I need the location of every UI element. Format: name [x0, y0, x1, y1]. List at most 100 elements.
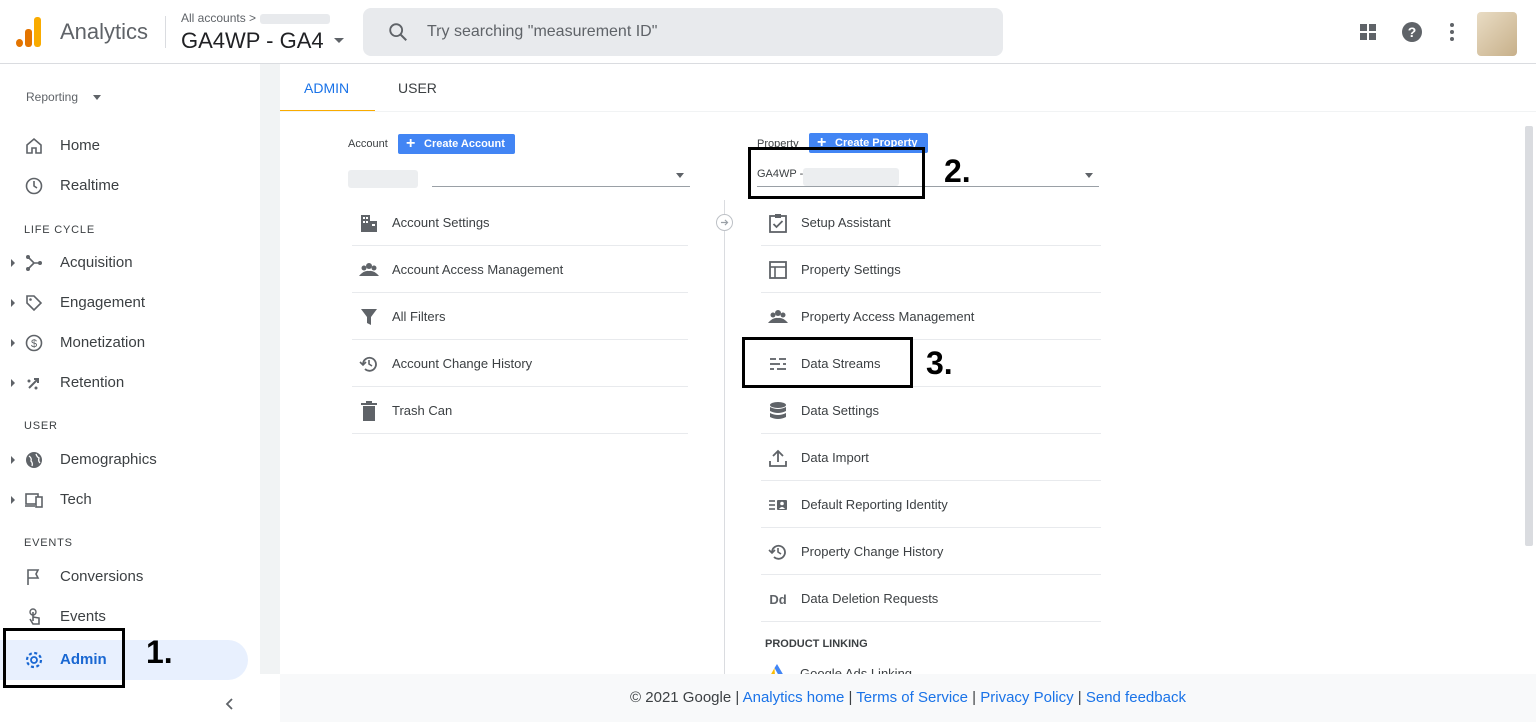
nav-item-realtime[interactable]: Realtime — [0, 168, 256, 204]
nav-item-engagement[interactable]: Engagement — [0, 285, 256, 321]
send-feedback-link[interactable]: Send feedback — [1086, 689, 1186, 706]
touch-icon — [29, 608, 40, 625]
privacy-link[interactable]: Privacy Policy — [980, 689, 1073, 706]
trash-icon — [361, 401, 377, 421]
scrollbar[interactable] — [1525, 126, 1533, 546]
data-import-item[interactable]: Data Import — [761, 434, 1101, 481]
chevron-down-icon[interactable] — [676, 173, 684, 178]
account-item-label: Account Access Management — [392, 262, 564, 277]
database-icon — [770, 402, 786, 419]
expand-arrow-icon[interactable] — [11, 456, 15, 464]
chevron-down-icon[interactable] — [93, 95, 101, 100]
column-divider — [724, 200, 725, 674]
data-settings-item[interactable]: Data Settings — [761, 387, 1101, 434]
building-icon — [361, 215, 377, 232]
property-settings-item[interactable]: Property Settings — [761, 246, 1101, 293]
search-input[interactable] — [427, 8, 987, 56]
trash-can-item[interactable]: Trash Can — [352, 387, 688, 434]
default-reporting-identity-item[interactable]: Default Reporting Identity — [761, 481, 1101, 528]
property-selector[interactable]: GA4WP - GA4 — [181, 28, 324, 54]
chevron-down-icon[interactable] — [334, 38, 344, 43]
svg-text:Dd: Dd — [769, 592, 786, 607]
property-item-label: Data Deletion Requests — [801, 591, 939, 606]
app-name: Analytics — [60, 19, 149, 44]
clock-icon — [25, 177, 43, 195]
home-icon — [26, 137, 42, 154]
expand-arrow-icon[interactable] — [11, 259, 15, 267]
expand-arrow-icon[interactable] — [11, 496, 15, 504]
section-user: USER — [24, 420, 58, 432]
more-vert-icon[interactable] — [1440, 20, 1464, 44]
account-selector[interactable] — [432, 186, 690, 187]
nav-item-retention[interactable]: Retention — [0, 365, 256, 401]
chevron-down-icon[interactable] — [1085, 173, 1093, 178]
avatar[interactable] — [1477, 12, 1517, 56]
nav-label: Tech — [60, 491, 92, 508]
reporting-dropdown[interactable]: Reporting — [26, 90, 78, 104]
dollar-icon: $ — [25, 334, 43, 352]
history-icon — [768, 544, 786, 560]
property-item-label: Setup Assistant — [801, 215, 891, 230]
property-access-management-item[interactable]: Property Access Management — [761, 293, 1101, 340]
account-access-management-item[interactable]: Account Access Management — [352, 246, 688, 293]
expand-arrow-icon[interactable] — [11, 379, 15, 387]
footer-links: © 2021 Google | Analytics home | Terms o… — [280, 689, 1536, 706]
annotation-box-property — [748, 147, 925, 199]
expand-arrow-icon[interactable] — [11, 339, 15, 347]
terms-link[interactable]: Terms of Service — [856, 689, 968, 706]
upload-icon — [769, 449, 787, 467]
filter-icon — [361, 309, 377, 325]
footer-separator: | — [848, 689, 853, 706]
section-events: EVENTS — [24, 537, 73, 549]
arrow-right-icon — [716, 214, 733, 231]
analytics-logo-icon[interactable] — [16, 17, 42, 47]
people-icon — [768, 310, 788, 323]
tag-icon — [26, 295, 43, 312]
data-deletion-requests-item[interactable]: Dd Data Deletion Requests — [761, 575, 1101, 622]
tab-user[interactable]: USER — [398, 80, 437, 96]
account-label: Account — [348, 138, 388, 150]
breadcrumb[interactable]: All accounts > — [181, 11, 331, 25]
footer-separator: | — [972, 689, 977, 706]
breadcrumb-all-accounts[interactable]: All accounts > — [181, 11, 256, 25]
apps-icon[interactable] — [1356, 20, 1380, 44]
devices-icon — [25, 493, 43, 508]
account-item-label: All Filters — [392, 309, 446, 324]
nav-item-home[interactable]: Home — [0, 128, 256, 164]
top-header: Analytics All accounts > GA4WP - GA4 ? — [0, 0, 1536, 64]
all-filters-item[interactable]: All Filters — [352, 293, 688, 340]
help-icon[interactable]: ? — [1400, 20, 1424, 44]
section-lifecycle: LIFE CYCLE — [24, 224, 95, 236]
nav-item-acquisition[interactable]: Acquisition — [0, 245, 256, 281]
nav-item-monetization[interactable]: $ Monetization — [0, 325, 256, 361]
nav-item-conversions[interactable]: Conversions — [0, 559, 256, 595]
account-item-label: Trash Can — [392, 403, 453, 418]
property-item-label: Property Access Management — [801, 309, 975, 324]
annotation-number-3: 3. — [926, 345, 953, 381]
property-item-label: Default Reporting Identity — [801, 497, 948, 512]
annotation-number-2: 2. — [944, 153, 971, 189]
search-icon — [389, 23, 407, 41]
create-account-button[interactable]: + Create Account — [398, 134, 515, 154]
property-change-history-item[interactable]: Property Change History — [761, 528, 1101, 575]
property-item-label: Data Import — [801, 450, 869, 465]
analytics-home-link[interactable]: Analytics home — [743, 689, 845, 706]
tabs-divider — [280, 111, 1536, 112]
account-item-label: Account Change History — [392, 356, 533, 371]
account-settings-item[interactable]: Account Settings — [352, 199, 688, 246]
search-bar[interactable] — [363, 8, 1003, 56]
tab-admin[interactable]: ADMIN — [304, 80, 349, 96]
account-change-history-item[interactable]: Account Change History — [352, 340, 688, 387]
globe-icon — [26, 452, 42, 468]
account-item-label: Account Settings — [392, 215, 490, 230]
nav-item-tech[interactable]: Tech — [0, 482, 256, 518]
nav-item-demographics[interactable]: Demographics — [0, 442, 256, 478]
account-name-redacted — [348, 170, 418, 188]
collapse-nav-icon[interactable] — [222, 696, 238, 712]
people-icon — [359, 263, 379, 276]
setup-assistant-item[interactable]: Setup Assistant — [761, 199, 1101, 246]
acquisition-icon — [26, 255, 42, 271]
data-deletion-icon: Dd — [769, 592, 786, 607]
svg-text:?: ? — [1408, 24, 1417, 40]
expand-arrow-icon[interactable] — [11, 299, 15, 307]
